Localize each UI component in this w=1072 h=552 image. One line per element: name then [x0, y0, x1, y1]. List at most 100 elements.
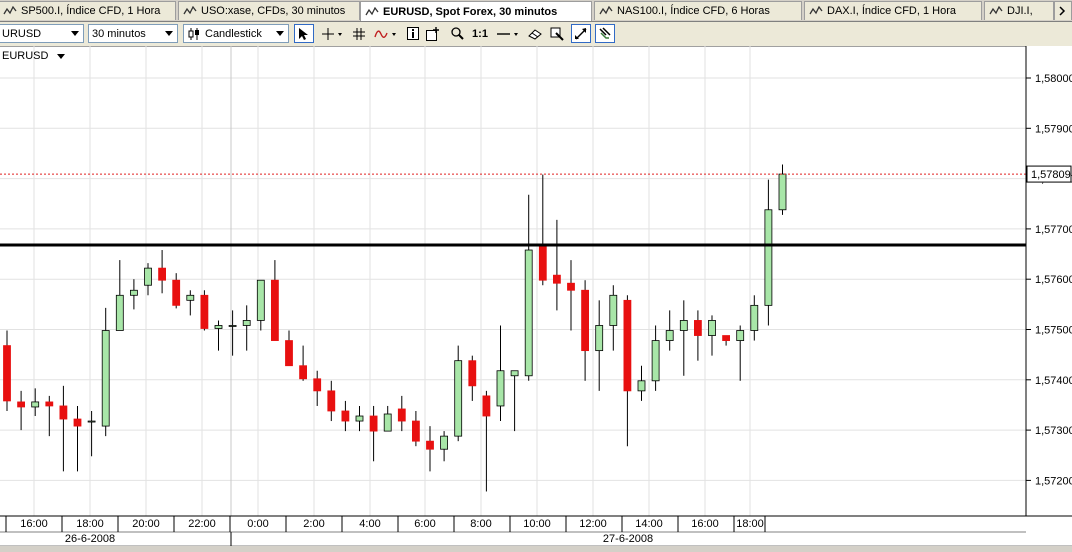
pointer-tool-button[interactable]: [294, 24, 314, 43]
candle-down[interactable]: [200, 294, 209, 329]
candle-up[interactable]: [595, 325, 604, 352]
candle-up[interactable]: [355, 415, 364, 422]
candle-down[interactable]: [313, 378, 322, 392]
tab-dji[interactable]: DJI.I,: [984, 1, 1054, 20]
info-icon: [407, 27, 419, 40]
candle-down[interactable]: [426, 440, 434, 450]
candle-down[interactable]: [17, 401, 26, 408]
time-tick-label: 0:00: [247, 518, 268, 530]
tab-bar: SP500.I, Índice CFD, 1 Hora USO:xase, CF…: [0, 0, 1072, 22]
candle-down[interactable]: [694, 320, 702, 336]
price-tick-label: 1,57900: [1035, 123, 1072, 135]
info-button[interactable]: [404, 24, 422, 43]
candle-up[interactable]: [31, 401, 40, 408]
candle-up[interactable]: [115, 294, 124, 331]
price-badge-label: 1,57809: [1031, 169, 1071, 181]
candle-down[interactable]: [73, 418, 82, 427]
grid-button[interactable]: [350, 24, 368, 43]
candle-down[interactable]: [299, 365, 308, 380]
candle-up[interactable]: [778, 173, 787, 211]
price-tick-label: 1,57300: [1035, 425, 1072, 437]
chart-symbol-title[interactable]: EURUSD: [2, 50, 65, 62]
candle-down[interactable]: [567, 282, 575, 291]
candle-down[interactable]: [397, 408, 406, 422]
indicators-button[interactable]: [372, 24, 400, 43]
candle-down[interactable]: [45, 401, 54, 407]
chart-type-select[interactable]: Candlestick: [183, 24, 289, 43]
price-chart[interactable]: 1,580001,579001,578001,577001,576001,575…: [0, 46, 1072, 552]
candle-up[interactable]: [129, 289, 138, 296]
candle-up[interactable]: [101, 330, 110, 427]
candle-down[interactable]: [285, 340, 293, 367]
candle-up[interactable]: [214, 325, 223, 329]
candle-down[interactable]: [538, 244, 547, 281]
line-tool-button[interactable]: [494, 24, 522, 43]
settings-button[interactable]: [548, 24, 566, 43]
candle-down[interactable]: [327, 390, 336, 412]
candle-down[interactable]: [270, 279, 279, 341]
candles: [3, 164, 787, 492]
candle-down[interactable]: [411, 420, 420, 442]
candle-down[interactable]: [482, 395, 491, 417]
auto-scale-button[interactable]: [571, 24, 591, 43]
candle-up[interactable]: [242, 320, 251, 326]
tab-label: DJI.I,: [1007, 5, 1033, 17]
chevron-right-icon: [1059, 6, 1066, 16]
candle-down[interactable]: [369, 415, 378, 432]
add-study-button[interactable]: [424, 24, 442, 43]
candle-up[interactable]: [383, 413, 392, 432]
candle-up[interactable]: [440, 435, 449, 450]
candle-down[interactable]: [468, 360, 477, 387]
candle-up[interactable]: [256, 279, 265, 321]
candle-up[interactable]: [764, 209, 773, 306]
candle-up[interactable]: [609, 294, 618, 326]
chart-line-icon: [365, 6, 379, 15]
tab-label: DAX.I, Índice CFD, 1 Hora: [827, 5, 956, 17]
candle-down[interactable]: [581, 289, 589, 352]
candle-up[interactable]: [524, 249, 533, 377]
candle-up[interactable]: [665, 330, 674, 341]
tab-nas100[interactable]: NAS100.I, Índice CFD, 6 Horas: [594, 1, 802, 20]
indicator-wave-icon: [374, 29, 396, 38]
candle-down[interactable]: [3, 345, 11, 402]
timeframe-select[interactable]: 30 minutos: [88, 24, 178, 43]
candle-down[interactable]: [172, 279, 181, 306]
candle-up[interactable]: [708, 320, 716, 336]
crosshair-tool-button[interactable]: [318, 24, 346, 43]
candle-up[interactable]: [228, 325, 237, 327]
candle-down[interactable]: [722, 335, 730, 341]
candle-down[interactable]: [158, 267, 167, 281]
candle-down[interactable]: [553, 274, 561, 284]
snap-button[interactable]: [595, 24, 615, 43]
candle-up[interactable]: [679, 320, 688, 331]
chart-line-icon: [989, 6, 1003, 15]
add-window-icon: [426, 26, 439, 41]
tab-dax[interactable]: DAX.I, Índice CFD, 1 Hora: [804, 1, 982, 20]
candle-up[interactable]: [454, 360, 463, 437]
candle-down[interactable]: [623, 299, 632, 392]
zoom-button[interactable]: [448, 24, 466, 43]
candle-up[interactable]: [144, 267, 152, 286]
status-strip: [0, 546, 1072, 552]
tab-sp500[interactable]: SP500.I, Índice CFD, 1 Hora: [0, 1, 176, 20]
grid-icon: [353, 27, 365, 40]
candle-up[interactable]: [651, 340, 660, 382]
ratio-button[interactable]: 1:1: [470, 24, 490, 43]
candle-up[interactable]: [750, 304, 759, 331]
tab-eurusd[interactable]: EURUSD, Spot Forex, 30 minutos: [360, 1, 592, 21]
candle-up[interactable]: [736, 330, 745, 341]
chart-line-icon: [599, 6, 613, 15]
candle-up[interactable]: [510, 370, 519, 377]
eraser-button[interactable]: [526, 24, 544, 43]
chart-symbol-label: EURUSD: [2, 50, 49, 62]
tab-scroll-right[interactable]: [1054, 1, 1072, 20]
candle-up[interactable]: [186, 294, 195, 301]
candle-down[interactable]: [59, 405, 68, 420]
candle-down[interactable]: [341, 410, 350, 422]
candle-up[interactable]: [637, 380, 646, 392]
chevron-down-icon: [56, 53, 65, 59]
candle-up[interactable]: [87, 420, 96, 423]
candle-up[interactable]: [496, 370, 505, 407]
symbol-select[interactable]: URUSD: [0, 24, 84, 43]
tab-uso[interactable]: USO:xase, CFDs, 30 minutos: [178, 1, 360, 20]
